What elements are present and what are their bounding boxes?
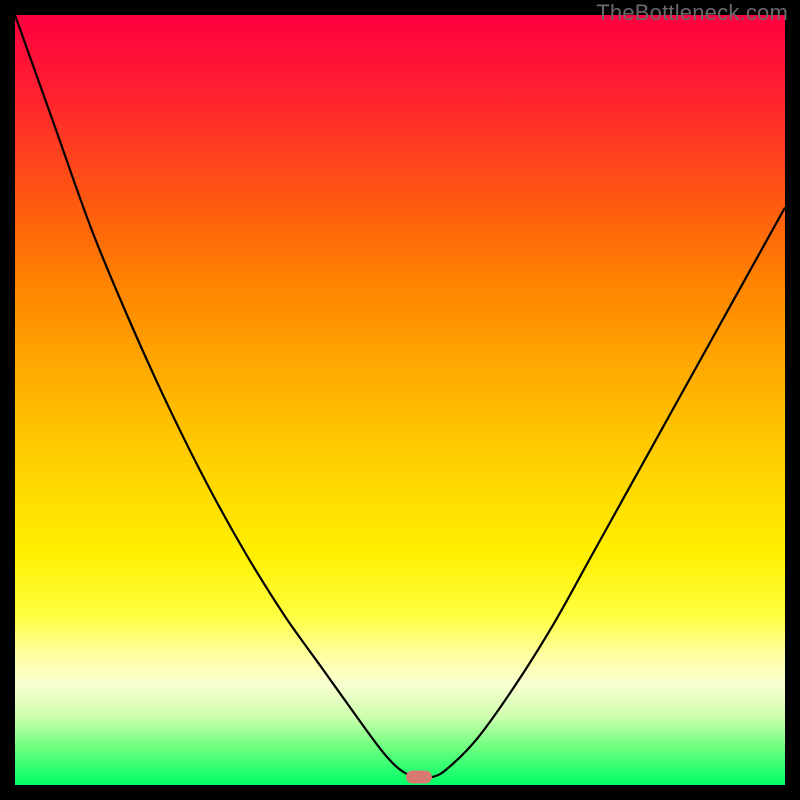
curve-layer — [15, 15, 785, 785]
plot-area — [15, 15, 785, 785]
chart-stage: TheBottleneck.com — [0, 0, 800, 800]
optimal-marker — [406, 771, 432, 784]
watermark-text: TheBottleneck.com — [596, 0, 788, 26]
bottleneck-curve — [15, 15, 785, 778]
